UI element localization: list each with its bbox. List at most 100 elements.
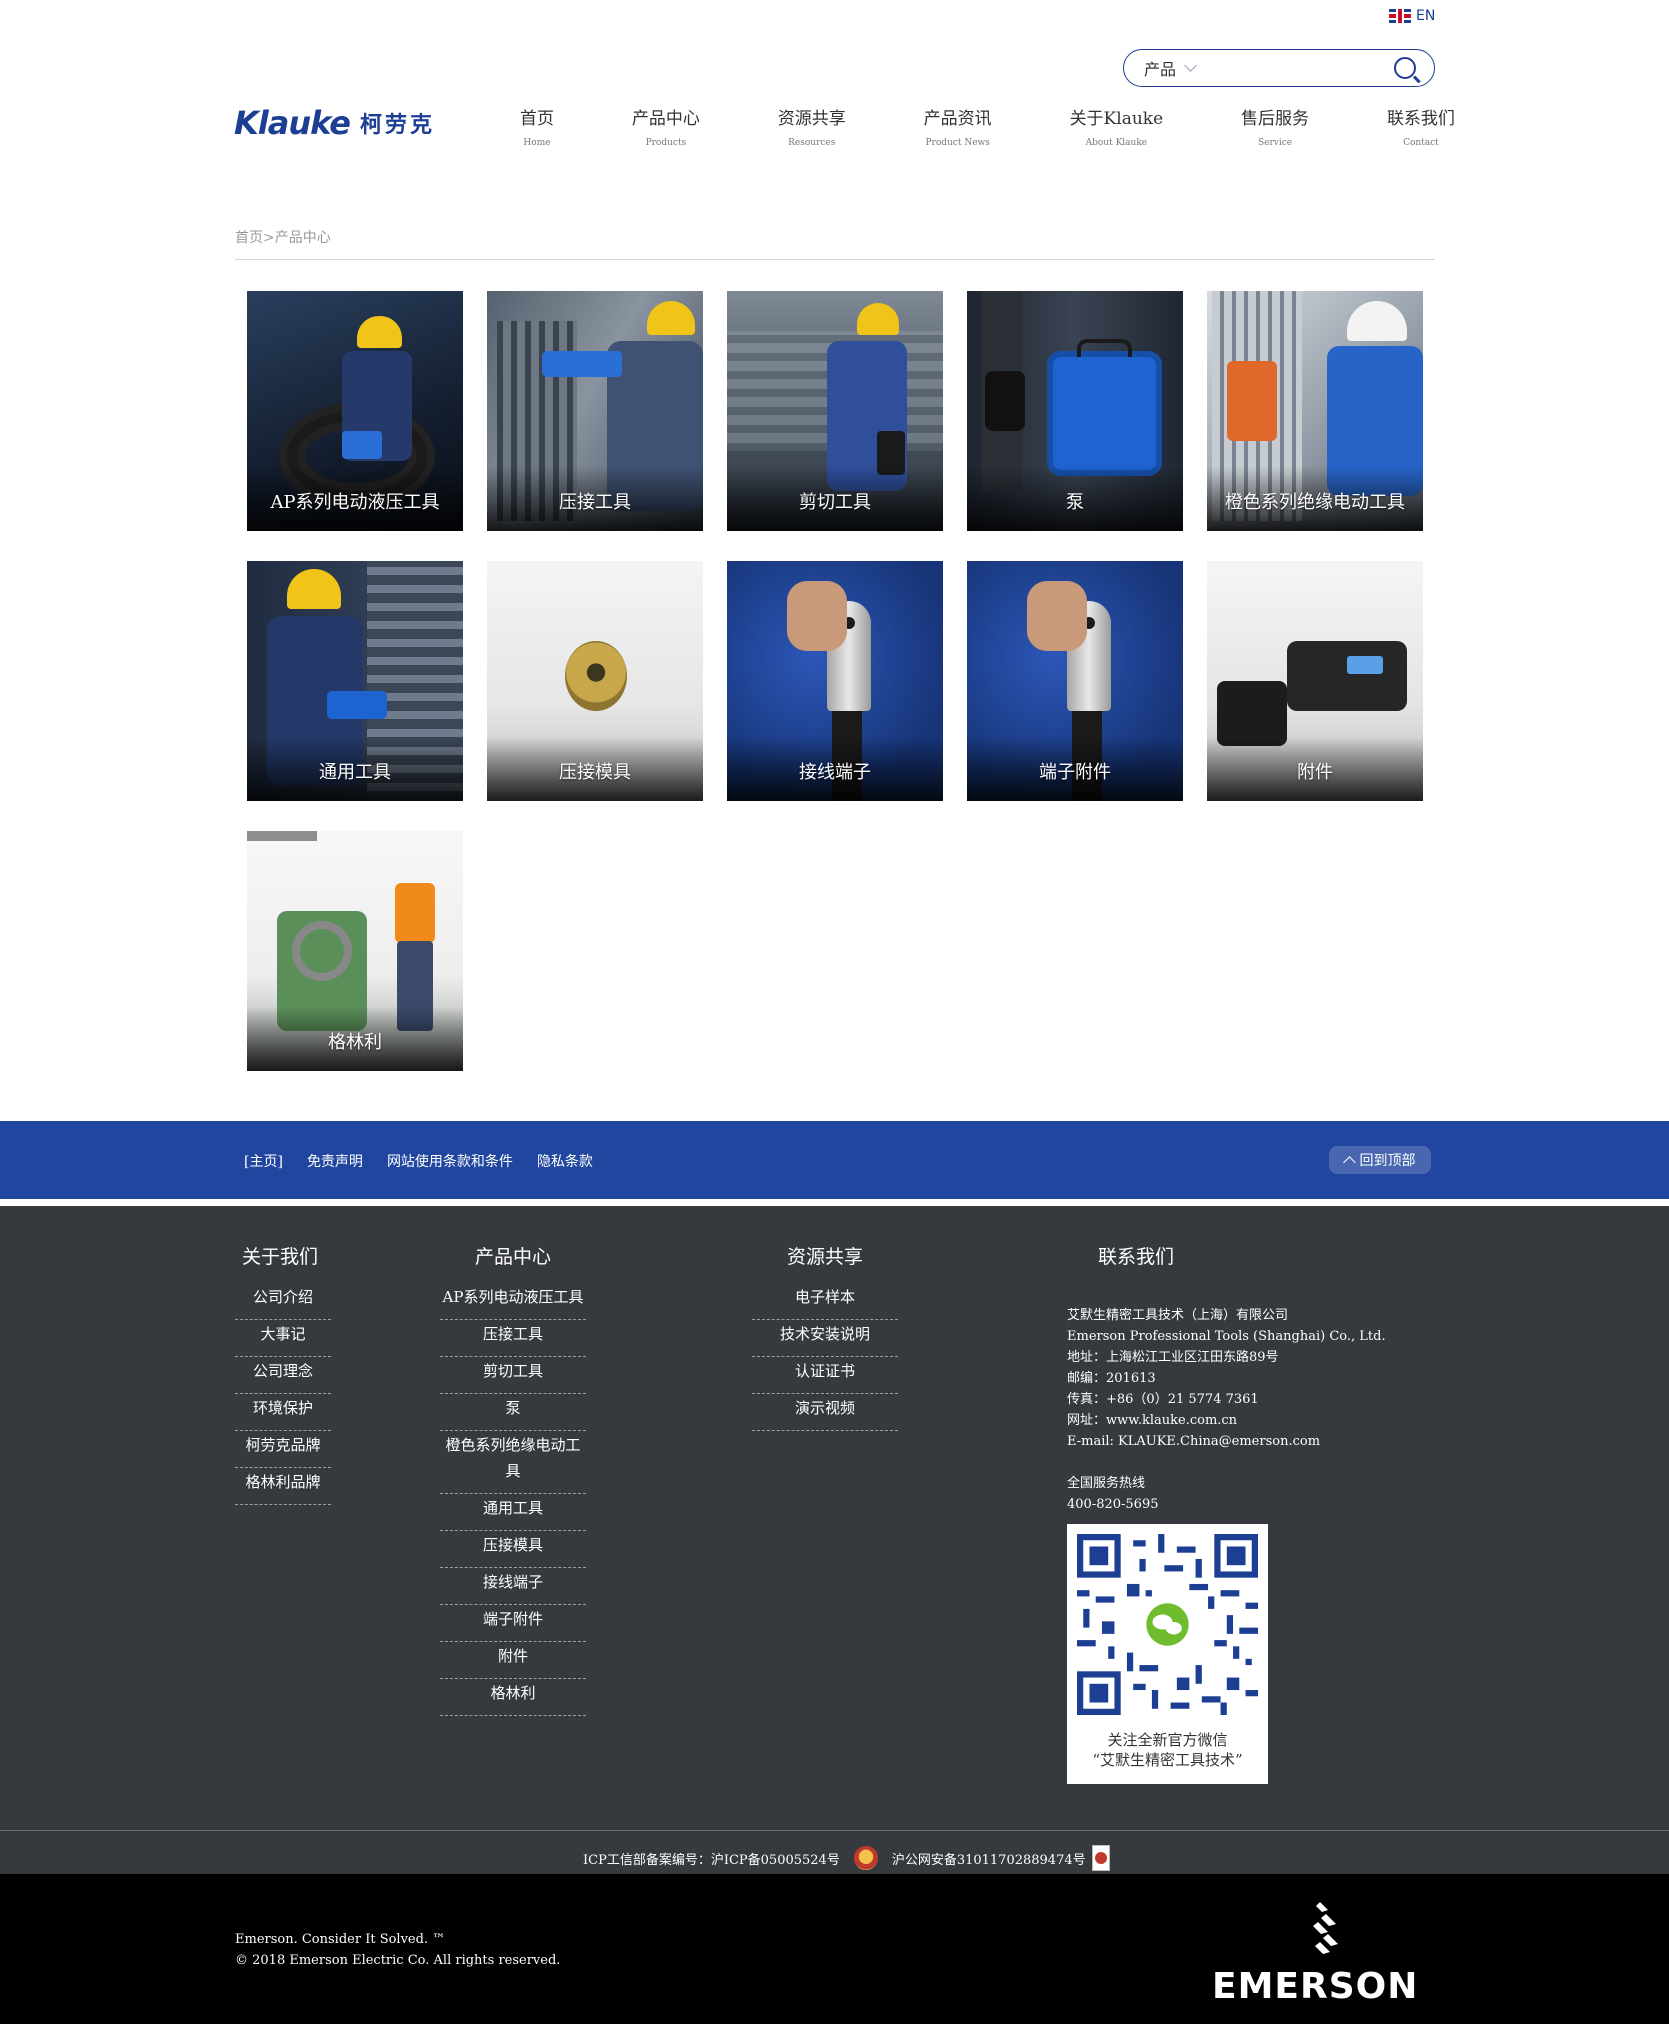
logo-text-cn: 柯劳克 bbox=[359, 113, 435, 138]
product-label: 端子附件 bbox=[1039, 762, 1111, 783]
product-tile-ap-series[interactable]: AP系列电动液压工具 bbox=[247, 291, 463, 531]
footer-item[interactable]: 大事记 bbox=[235, 1320, 331, 1357]
wechat-qr: 关注全新官方微信 “艾默生精密工具技术” bbox=[1067, 1524, 1268, 1784]
pump-shape bbox=[1047, 351, 1162, 476]
search-icon[interactable] bbox=[1394, 57, 1416, 79]
footer-item[interactable]: 技术安装说明 bbox=[752, 1320, 898, 1357]
nav-sublabel: Home bbox=[523, 138, 551, 148]
footer-link-terms[interactable]: 网站使用条款和条件 bbox=[387, 1151, 513, 1171]
product-tile-crimp-dies[interactable]: 压接模具 bbox=[487, 561, 703, 801]
charger-display-shape bbox=[1347, 656, 1383, 674]
product-label: 通用工具 bbox=[319, 762, 391, 783]
glove-shape bbox=[985, 371, 1025, 431]
nav-item-service[interactable]: 售后服务 Service bbox=[1241, 104, 1309, 148]
footer-item[interactable]: 公司介绍 bbox=[235, 1283, 331, 1320]
nav-item-home[interactable]: 首页 Home bbox=[520, 104, 554, 148]
hotline-number: 400-820-5695 bbox=[1067, 1497, 1159, 1512]
nav-sublabel: Resources bbox=[788, 138, 836, 148]
footer-item[interactable]: 公司理念 bbox=[235, 1357, 331, 1394]
postcode: 邮编：201613 bbox=[1067, 1371, 1156, 1386]
police-badge-icon bbox=[853, 1846, 878, 1870]
product-label: 压接模具 bbox=[559, 762, 631, 783]
footer-item[interactable]: 格林利 bbox=[440, 1679, 586, 1716]
handle-shape bbox=[1077, 339, 1132, 357]
footer-item[interactable]: 演示视频 bbox=[752, 1394, 898, 1431]
product-tile-accessories[interactable]: 附件 bbox=[1207, 561, 1423, 801]
footer-item[interactable]: 认证证书 bbox=[752, 1357, 898, 1394]
product-tile-cutting[interactable]: 剪切工具 bbox=[727, 291, 943, 531]
nav-item-contact[interactable]: 联系我们 Contact bbox=[1387, 104, 1455, 148]
qr-code-icon bbox=[1077, 1534, 1258, 1715]
copyright: © 2018 Emerson Electric Co. All rights r… bbox=[235, 1953, 561, 1968]
nav-item-product-news[interactable]: 产品资讯 Product News bbox=[924, 104, 992, 148]
footer-item[interactable]: 压接工具 bbox=[440, 1320, 586, 1357]
nav-label: 产品资讯 bbox=[923, 109, 992, 129]
product-label: 附件 bbox=[1297, 762, 1333, 783]
product-tile-crimping[interactable]: 压接工具 bbox=[487, 291, 703, 531]
address: 地址：上海松江工业区江田东路89号 bbox=[1067, 1350, 1279, 1365]
footer-col-title: 关于我们 bbox=[241, 1246, 318, 1268]
nav-sublabel: Service bbox=[1257, 138, 1293, 148]
nav-item-resources[interactable]: 资源共享 Resources bbox=[778, 104, 846, 148]
footer-col-resources: 资源共享 电子样本 技术安装说明 认证证书 演示视频 bbox=[752, 1242, 898, 1431]
search-category-select[interactable]: 产品 bbox=[1144, 56, 1176, 80]
nav-item-products[interactable]: 产品中心 Products bbox=[632, 104, 700, 148]
emerson-wordmark: EMERSON bbox=[1212, 1966, 1419, 2007]
product-tile-orange-series[interactable]: 橙色系列绝缘电动工具 bbox=[1207, 291, 1423, 531]
footer-item[interactable]: 电子样本 bbox=[752, 1283, 898, 1320]
back-to-top-button[interactable]: 回到顶部 bbox=[1329, 1146, 1431, 1174]
product-tile-general-tools[interactable]: 通用工具 bbox=[247, 561, 463, 801]
die-shape bbox=[565, 641, 627, 711]
hand-shape bbox=[1027, 581, 1087, 651]
nav-label: 联系我们 bbox=[1386, 109, 1455, 129]
product-tile-pump[interactable]: 泵 bbox=[967, 291, 1183, 531]
footer-col-title: 资源共享 bbox=[786, 1246, 863, 1268]
footer-link-home[interactable]: [主页] bbox=[244, 1151, 283, 1171]
chevron-down-icon[interactable] bbox=[1184, 59, 1197, 72]
footer-col-title: 产品中心 bbox=[474, 1246, 551, 1268]
website[interactable]: 网址：www.klauke.com.cn bbox=[1067, 1410, 1387, 1431]
footer-item[interactable]: 端子附件 bbox=[440, 1605, 586, 1642]
product-tile-terminals[interactable]: 接线端子 bbox=[727, 561, 943, 801]
email[interactable]: E-mail: KLAUKE.China@emerson.com bbox=[1067, 1431, 1387, 1452]
footer-item[interactable]: 格林利品牌 bbox=[235, 1468, 331, 1505]
icp-text[interactable]: ICP工信部备案编号：沪ICP备05005524号 bbox=[583, 1849, 840, 1868]
footer-link-disclaimer[interactable]: 免责声明 bbox=[307, 1151, 363, 1171]
footer-item[interactable]: 接线端子 bbox=[440, 1568, 586, 1605]
breadcrumb[interactable]: 首页>产品中心 bbox=[235, 227, 331, 247]
product-label: 压接工具 bbox=[559, 492, 631, 513]
footer-link-privacy[interactable]: 隐私条款 bbox=[537, 1151, 593, 1171]
klauke-logo[interactable]: Klauke 柯劳克 bbox=[234, 104, 435, 142]
search-bar: 产品 bbox=[1123, 49, 1435, 87]
search-input[interactable] bbox=[1209, 53, 1385, 83]
vest-shape bbox=[395, 883, 435, 943]
nav-item-about[interactable]: 关于Klauke About Klauke bbox=[1070, 104, 1164, 148]
tool-shape bbox=[342, 431, 382, 459]
company-name-cn: 艾默生精密工具技术（上海）有限公司 bbox=[1067, 1308, 1289, 1323]
footer-item[interactable]: AP系列电动液压工具 bbox=[440, 1283, 586, 1320]
footer-item[interactable]: 通用工具 bbox=[440, 1494, 586, 1531]
hand-shape bbox=[787, 581, 847, 651]
product-label: 剪切工具 bbox=[799, 492, 871, 513]
product-tile-greenlee[interactable]: 格林利 bbox=[247, 831, 463, 1071]
logo-text-en: Klauke bbox=[234, 104, 351, 142]
footer-item[interactable]: 环境保护 bbox=[235, 1394, 331, 1431]
footer-item[interactable]: 泵 bbox=[440, 1394, 586, 1431]
nav-sublabel: Product News bbox=[925, 138, 990, 148]
product-tile-terminal-accessories[interactable]: 端子附件 bbox=[967, 561, 1183, 801]
qr-caption-line1: 关注全新官方微信 bbox=[1107, 1731, 1228, 1749]
footer-item[interactable]: 橙色系列绝缘电动工具 bbox=[440, 1431, 586, 1494]
language-switch[interactable]: EN bbox=[1389, 8, 1435, 24]
fax: 传真：+86（0）21 5774 7361 bbox=[1067, 1392, 1259, 1407]
icp-bar: ICP工信部备案编号：沪ICP备05005524号 沪公网安备310117028… bbox=[0, 1830, 1669, 1874]
qr-caption-line2: “艾默生精密工具技术” bbox=[1092, 1751, 1243, 1769]
footer-item[interactable]: 柯劳克品牌 bbox=[235, 1431, 331, 1468]
police-record-text[interactable]: 沪公网安备31011702889474号 bbox=[892, 1849, 1086, 1868]
footer-item[interactable]: 压接模具 bbox=[440, 1531, 586, 1568]
footer-item[interactable]: 附件 bbox=[440, 1642, 586, 1679]
emerson-logo[interactable]: EMERSON bbox=[1212, 1902, 1436, 2007]
footer-item[interactable]: 剪切工具 bbox=[440, 1357, 586, 1394]
nav-label: 售后服务 bbox=[1241, 109, 1310, 129]
footer-link-bar: [主页] 免责声明 网站使用条款和条件 隐私条款 回到顶部 bbox=[0, 1121, 1669, 1199]
product-label: 橙色系列绝缘电动工具 bbox=[1225, 492, 1405, 513]
